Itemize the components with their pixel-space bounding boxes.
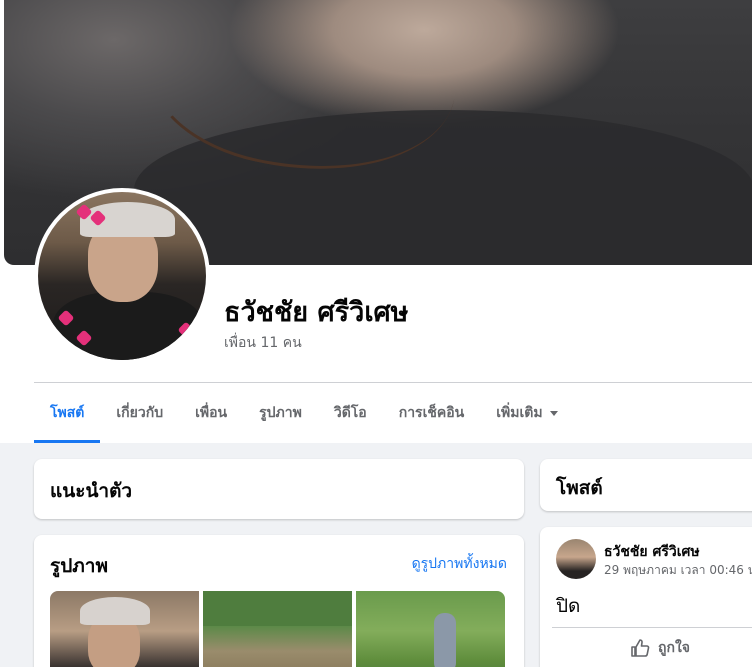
post-timestamp[interactable]: 29 พฤษภาคม เวลา 00:46 น. <box>604 561 752 580</box>
tab-posts[interactable]: โพสต์ <box>34 383 101 443</box>
photos-card: รูปภาพ ดูรูปภาพทั้งหมด <box>34 535 524 667</box>
posts-header-card: โพสต์ <box>540 459 752 511</box>
see-all-photos-link[interactable]: ดูรูปภาพทั้งหมด <box>412 553 507 575</box>
like-button[interactable]: ถูกใจ <box>630 637 690 659</box>
profile-name: ธวัชชัย ศรีวิเศษ <box>224 297 409 328</box>
post-divider <box>552 627 752 628</box>
post-text: ปิด <box>556 595 581 617</box>
profile-picture[interactable] <box>38 192 206 360</box>
photo-thumbnail[interactable] <box>203 591 352 667</box>
tab-label: เพื่อน <box>195 405 228 421</box>
profile-header: ธวัชชัย ศรีวิเศษ เพื่อน 11 คน โพสต์ เกี่… <box>0 0 752 443</box>
tab-label: เกี่ยวกับ <box>116 405 164 421</box>
post-author-avatar[interactable] <box>556 539 596 579</box>
post-card: ธวัชชัย ศรีวิเศษ 29 พฤษภาคม เวลา 00:46 น… <box>540 527 752 667</box>
profile-page: ธวัชชัย ศรีวิเศษ เพื่อน 11 คน โพสต์ เกี่… <box>0 0 752 667</box>
tab-label: วิดีโอ <box>333 405 367 421</box>
tab-photos[interactable]: รูปภาพ <box>243 383 318 443</box>
tab-videos[interactable]: วิดีโอ <box>318 383 383 443</box>
intro-title: แนะนำตัว <box>50 480 133 502</box>
tab-checkins[interactable]: การเช็คอิน <box>383 383 481 443</box>
caret-down-icon <box>549 410 558 416</box>
tab-more[interactable]: เพิ่มเติม <box>480 383 573 443</box>
thumbs-up-icon <box>631 639 650 657</box>
post-author-name[interactable]: ธวัชชัย ศรีวิเศษ <box>604 541 700 563</box>
profile-tabs: โพสต์ เกี่ยวกับ เพื่อน รูปภาพ วิดีโอ การ… <box>34 383 574 443</box>
intro-card: แนะนำตัว <box>34 459 524 519</box>
tab-about[interactable]: เกี่ยวกับ <box>100 383 179 443</box>
photo-thumbnail[interactable] <box>50 591 199 667</box>
tab-friends[interactable]: เพื่อน <box>179 383 243 443</box>
tab-label: รูปภาพ <box>259 405 302 421</box>
photos-title: รูปภาพ <box>50 555 108 577</box>
photo-thumbnail[interactable] <box>356 591 505 667</box>
posts-title: โพสต์ <box>556 477 603 499</box>
like-label: ถูกใจ <box>658 640 690 656</box>
friends-count[interactable]: เพื่อน 11 คน <box>224 332 302 354</box>
tab-label: การเช็คอิน <box>398 405 465 421</box>
tab-label: โพสต์ <box>50 405 85 421</box>
tab-label: เพิ่มเติม <box>496 405 543 421</box>
